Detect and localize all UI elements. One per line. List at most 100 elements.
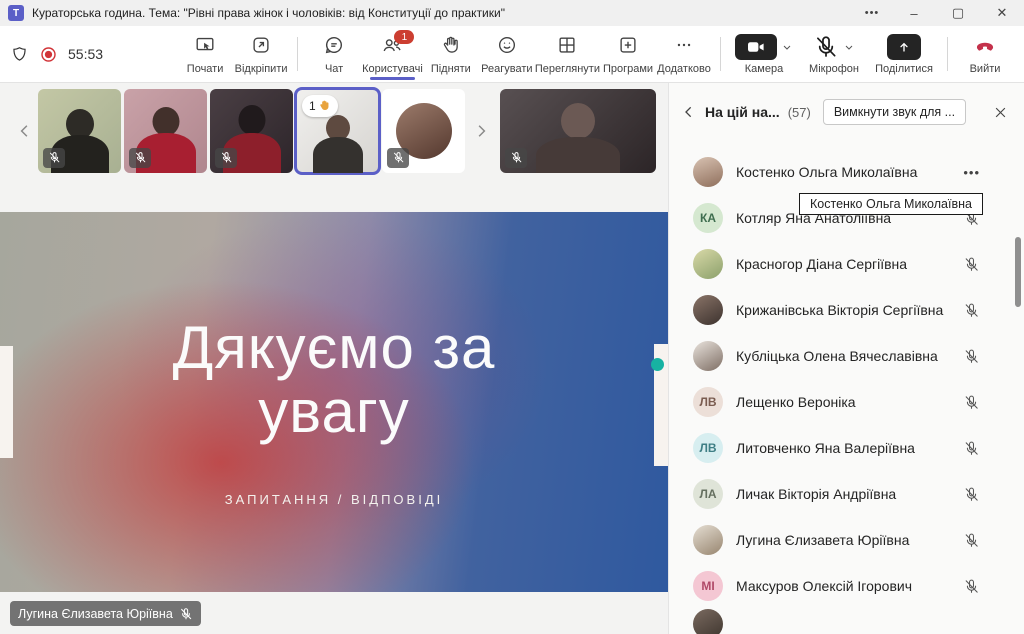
video-tile-1[interactable] xyxy=(38,89,121,173)
meeting-timer: 55:53 xyxy=(68,46,103,62)
shield-icon xyxy=(10,45,29,64)
recording-icon xyxy=(39,45,58,64)
view-icon xyxy=(556,34,578,61)
panel-close-icon[interactable] xyxy=(989,101,1012,124)
camera-group: Камера xyxy=(729,28,799,80)
mic-off-icon xyxy=(963,394,980,411)
avatar: ЛВ xyxy=(693,433,723,463)
camera-chevron-icon[interactable] xyxy=(781,41,793,53)
meeting-toolbar: 55:53 Почати Відкріпити Чат xyxy=(0,26,1024,83)
shared-content-stage: Дякуємо за увагу ЗАПИТАННЯ / ВІДПОВІДІ Л… xyxy=(0,178,668,634)
panel-title: На цій на... xyxy=(705,104,780,120)
avatar xyxy=(693,295,723,325)
participant-row[interactable]: Крижанівська Вікторія Сергіївна xyxy=(669,287,1024,333)
window-more-icon[interactable]: ••• xyxy=(852,0,892,26)
video-tile-3[interactable] xyxy=(210,89,293,173)
panel-back-icon[interactable] xyxy=(681,104,697,120)
presentation-slide: Дякуємо за увагу ЗАПИТАННЯ / ВІДПОВІДІ xyxy=(0,212,668,592)
unpin-button[interactable]: Відкріпити xyxy=(233,28,289,80)
participant-row[interactable]: МІ Максуров Олексій Ігорович xyxy=(669,563,1024,609)
slide-left-notch xyxy=(0,346,13,458)
leave-label: Вийти xyxy=(970,63,1001,75)
share-screen-icon xyxy=(194,34,216,61)
video-tile-2[interactable] xyxy=(124,89,207,173)
start-presenting-button[interactable]: Почати xyxy=(177,28,233,80)
slide-teal-dot xyxy=(651,358,664,371)
participant-row[interactable]: ЛА Личак Вікторія Андріївна xyxy=(669,471,1024,517)
window-title: Кураторська година. Тема: "Рівні права ж… xyxy=(32,6,852,20)
filmstrip-prev-icon[interactable] xyxy=(12,122,38,140)
participant-row[interactable]: Лугина Єлизавета Юріївна xyxy=(669,517,1024,563)
mic-off-icon xyxy=(963,486,980,503)
react-button[interactable]: Реагувати xyxy=(479,28,535,80)
mic-off-icon xyxy=(179,607,193,621)
avatar: МІ xyxy=(693,571,723,601)
pop-out-icon xyxy=(250,34,272,61)
leave-button[interactable]: Вийти xyxy=(956,28,1014,80)
participant-count: (57) xyxy=(788,105,811,120)
panel-scrollbar[interactable] xyxy=(1015,237,1021,307)
share-button[interactable] xyxy=(887,34,921,60)
mute-all-button[interactable]: Вимкнути звук для ... xyxy=(823,99,966,125)
share-group: Поділитися xyxy=(869,28,939,80)
mic-chevron-icon[interactable] xyxy=(843,41,855,53)
divider xyxy=(947,37,948,71)
avatar xyxy=(693,157,723,187)
raise-hand-icon xyxy=(440,34,462,61)
participants-panel: На цій на... (57) Вимкнути звук для ... … xyxy=(668,83,1024,634)
tile-mic-off-icon xyxy=(387,148,409,168)
participants-filmstrip: 1 xyxy=(0,83,668,178)
participant-list: Костенко Ольга Миколаївна ••• Костенко О… xyxy=(669,149,1024,634)
mic-off-icon xyxy=(963,302,980,319)
participant-row[interactable]: Кубліцька Олена Вячеславівна xyxy=(669,333,1024,379)
avatar xyxy=(693,341,723,371)
participant-row-partial[interactable] xyxy=(669,609,1024,629)
raise-hand-button[interactable]: Підняти xyxy=(423,28,479,80)
avatar: ЛВ xyxy=(693,387,723,417)
apps-icon xyxy=(617,34,639,61)
slide-title: Дякуємо за увагу xyxy=(173,316,496,444)
panel-header: На цій на... (57) Вимкнути звук для ... xyxy=(669,83,1024,133)
participant-row[interactable]: Костенко Ольга Миколаївна ••• xyxy=(669,149,1024,195)
row-more-icon[interactable]: ••• xyxy=(963,165,980,180)
more-options-button[interactable]: Додатково xyxy=(656,28,712,80)
avatar: ЛА xyxy=(693,479,723,509)
tile-mic-off-icon xyxy=(129,148,151,168)
presenter-name-tag: Лугина Єлизавета Юріївна xyxy=(10,601,201,626)
avatar xyxy=(693,249,723,279)
participant-row[interactable]: ЛВ Литовченко Яна Валеріївна xyxy=(669,425,1024,471)
people-button[interactable]: 1 Користувачі xyxy=(362,28,423,80)
participant-row[interactable]: ЛВ Лещенко Вероніка xyxy=(669,379,1024,425)
chat-button[interactable]: Чат xyxy=(306,28,362,80)
slide-subtitle: ЗАПИТАННЯ / ВІДПОВІДІ xyxy=(225,492,444,507)
window-minimize-icon[interactable]: – xyxy=(892,0,936,26)
tile-mic-off-icon xyxy=(215,148,237,168)
divider xyxy=(720,37,721,71)
apps-button[interactable]: Програми xyxy=(600,28,656,80)
hang-up-icon xyxy=(974,34,996,61)
video-tile-5[interactable] xyxy=(382,89,465,173)
mic-muted-icon[interactable] xyxy=(813,34,839,60)
window-maximize-icon[interactable]: ▢ xyxy=(936,0,980,26)
teams-meeting-window: T Кураторська година. Тема: "Рівні права… xyxy=(0,0,1024,634)
tile-mic-off-icon xyxy=(43,148,65,168)
filmstrip-next-icon[interactable] xyxy=(468,122,494,140)
mic-group: Мікрофон xyxy=(799,28,869,80)
divider xyxy=(297,37,298,71)
view-button[interactable]: Переглянути xyxy=(535,28,600,80)
camera-button[interactable] xyxy=(735,34,777,60)
participant-tooltip: Костенко Ольга Миколаївна xyxy=(799,193,983,215)
video-tile-pinned[interactable] xyxy=(500,89,656,173)
video-tile-4-speaking[interactable]: 1 xyxy=(296,89,379,173)
avatar xyxy=(693,609,723,634)
people-badge: 1 xyxy=(394,30,414,44)
stage-column: 1 xyxy=(0,83,668,634)
tile-mic-off-icon xyxy=(505,148,527,168)
participant-row[interactable]: Красногор Діана Сергіївна xyxy=(669,241,1024,287)
chat-icon xyxy=(323,34,345,61)
window-close-icon[interactable]: ✕ xyxy=(980,0,1024,26)
mic-off-icon xyxy=(963,532,980,549)
titlebar: T Кураторська година. Тема: "Рівні права… xyxy=(0,0,1024,26)
camera-label: Камера xyxy=(745,63,783,75)
avatar: КА xyxy=(693,203,723,233)
